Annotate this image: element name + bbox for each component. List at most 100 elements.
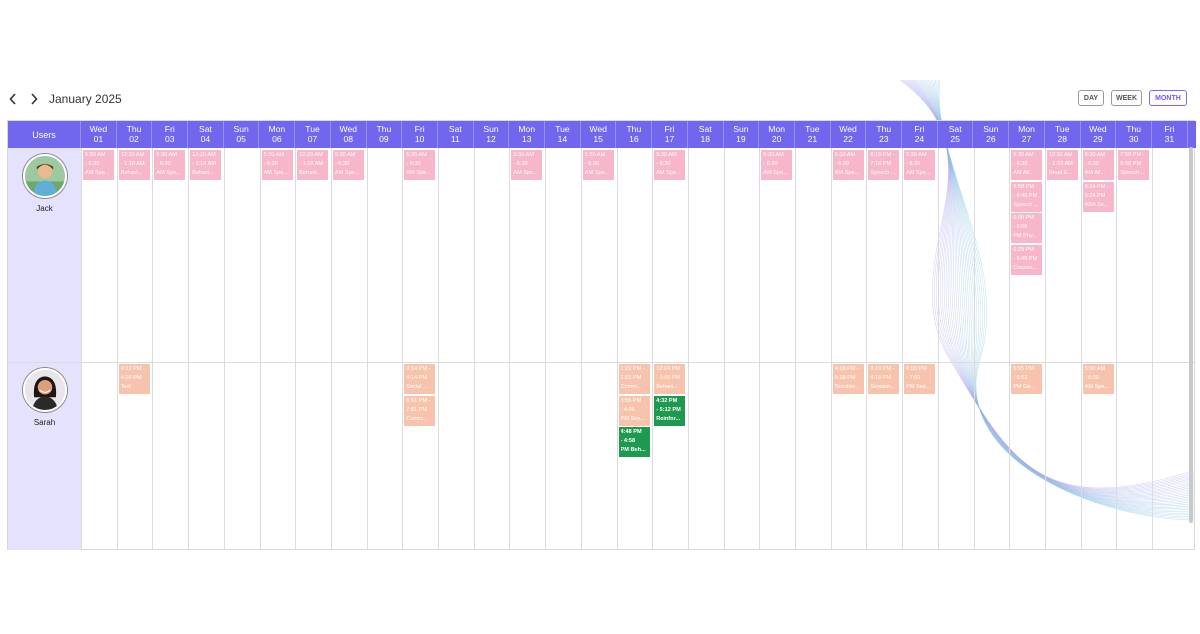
event-text: 4:14 PM <box>406 375 428 381</box>
event-text: 4:48 PM <box>620 429 642 435</box>
day-column-divider <box>188 148 190 550</box>
day-of-week: Tue <box>305 124 320 134</box>
event-card[interactable]: 5:30 AM - 6:30 AM Spe... <box>904 150 936 180</box>
event-text: - 7:00 <box>906 375 921 381</box>
event-text: 4:32 PM <box>656 397 678 404</box>
event-text: 5:30 AM <box>1084 152 1106 158</box>
event-text: 6:18 PM - <box>870 152 895 158</box>
event-card[interactable]: 12:04 PM - 1:00 PM Behavi... <box>654 364 686 394</box>
day-header: Wed 15 <box>581 121 617 148</box>
event-card[interactable]: 5:30 AM - 6:30 AM Spe... <box>832 150 864 180</box>
event-card[interactable]: 5:30 AM - 6:30 AM All... <box>1011 150 1043 180</box>
event-card[interactable]: 8:24 PM - 9:24 PM ABA Se... <box>1082 181 1114 212</box>
event-text: Speech ... <box>870 170 896 176</box>
event-card[interactable]: 6:18 PM - 7:18 PM Speech ... <box>868 150 900 180</box>
event-card[interactable]: 6:00 PM - 6:05 PM Phy... <box>1011 213 1043 243</box>
event-card[interactable]: 3:19 PM - 4:19 PM Session... <box>868 364 900 394</box>
event-card[interactable]: 3:14 PM - 4:14 PM Social ... <box>404 364 436 394</box>
event-card[interactable]: 6:29 PM - 6:45 PM Counse... <box>1011 244 1043 275</box>
event-text: 7:51 PM <box>406 406 428 413</box>
day-header: Thu 02 <box>117 121 153 148</box>
event-card[interactable]: 5:30 AM - 6:30 AM Spe... <box>154 150 186 180</box>
day-of-week: Sun <box>733 124 749 134</box>
event-text: Behavi... <box>192 170 214 176</box>
day-header: Tue 14 <box>545 121 581 148</box>
event-text: 5:30 AM <box>906 152 927 158</box>
next-month-button[interactable] <box>27 91 41 107</box>
event-text: 5:30 AM <box>584 152 606 158</box>
event-card[interactable]: 5:30 AM - 6:30 AM Spe... <box>1082 364 1114 394</box>
day-header: Mon 20 <box>759 121 795 148</box>
event-card[interactable]: 4:32 PM - 5:12 PM Reinfor... <box>654 395 686 426</box>
user-cell: Jack <box>8 148 81 362</box>
day-of-week: Fri <box>664 124 675 134</box>
event-text: AM Spe... <box>656 170 681 176</box>
day-header: Fri 03 <box>152 121 189 148</box>
event-card[interactable]: 12:20 AM - 1:18 AM Behavi... <box>118 150 150 180</box>
event-card[interactable]: 7:58 PM - 8:58 PM Speech ... <box>1118 150 1150 180</box>
day-column-divider <box>259 148 261 550</box>
day-header: Sun 12 <box>474 121 510 148</box>
event-text: 7:58 PM - <box>1120 152 1145 158</box>
event-card[interactable]: 5:30 AM - 6:30 AM Spe... <box>654 150 686 180</box>
view-week-button[interactable]: WEEK <box>1111 90 1142 106</box>
day-number: 12 <box>486 134 496 144</box>
day-header: Mon 27 <box>1009 121 1045 148</box>
event-card[interactable]: 6:00 PM - 7:00 PM Ses... <box>904 364 936 394</box>
day-number: 14 <box>557 134 568 144</box>
event-text: Counse... <box>1013 264 1038 271</box>
event-card[interactable]: 12:32 AM - 1:32 AM Read E... <box>1046 150 1078 180</box>
event-card[interactable]: 5:30 AM - 6:30 AM Spe... <box>83 150 114 180</box>
event-card[interactable]: 12:20 AM - 1:18 AM Behavi... <box>297 150 329 180</box>
day-number: 30 <box>1128 134 1139 144</box>
event-card[interactable]: 6:51 PM - 7:51 PM Comm... <box>404 395 436 426</box>
event-text: 7:18 PM <box>870 161 892 167</box>
day-header: Tue 07 <box>295 121 331 148</box>
event-text: - 1:00 PM <box>656 375 681 381</box>
day-column-divider <box>223 148 225 550</box>
event-text: 4:12 PM - <box>120 366 145 372</box>
event-card[interactable]: 5:30 AM - 6:30 AM Spe... <box>261 150 293 180</box>
event-card[interactable]: 5:30 AM - 6:30 AM Spe... <box>582 150 614 180</box>
event-text: - 6:30 <box>834 161 849 167</box>
event-card[interactable]: 5:30 AM - 6:30 AM Spe... <box>332 150 364 180</box>
day-of-week: Sat <box>698 124 712 134</box>
event-card[interactable]: 12:20 AM - 1:18 AM Behavi... <box>190 150 222 180</box>
event-text: 3:14 PM - <box>406 366 431 372</box>
day-column-divider <box>1152 148 1153 550</box>
event-text: Speech ... <box>1013 201 1039 208</box>
avatar[interactable] <box>22 154 67 198</box>
event-text: 6:00 PM <box>906 366 927 372</box>
avatar[interactable] <box>22 368 67 412</box>
day-of-week: Sun <box>983 124 999 134</box>
event-card[interactable]: 4:48 PM - 4:58 PM Beh... <box>618 427 650 457</box>
event-card[interactable]: 5:58 PM - 6:40 PM Speech ... <box>1011 181 1043 212</box>
vertical-scrollbar[interactable] <box>1189 147 1193 523</box>
day-of-week: Mon <box>518 124 536 134</box>
event-card[interactable]: 5:30 AM - 6:30 AM Spe... <box>761 150 793 180</box>
event-card[interactable]: 5:30 AM - 6:30 AM Spe... <box>511 150 543 180</box>
event-text: - 6:30 <box>763 161 778 167</box>
event-text: Social ... <box>406 384 428 390</box>
day-column-divider <box>152 148 154 550</box>
day-of-week: Sun <box>483 124 499 134</box>
event-card[interactable]: 4:12 PM - 4:20 PM Test <box>118 364 150 394</box>
day-header: Tue 28 <box>1045 121 1081 148</box>
event-card[interactable]: 5:30 AM - 6:30 AM All... <box>1082 150 1114 180</box>
event-card[interactable]: 5:30 AM - 6:30 AM Spe... <box>404 150 436 180</box>
day-of-week: Wed <box>589 124 607 134</box>
day-number: 15 <box>593 134 603 144</box>
day-column-divider <box>81 148 82 550</box>
event-text: AM Spe... <box>334 170 360 176</box>
event-card[interactable]: 1:21 PM - 2:21 PM Comm... <box>618 364 650 394</box>
event-card[interactable]: 3:55 PM - 4:06 PM Ses... <box>618 395 650 426</box>
day-header: Thu 23 <box>866 121 903 148</box>
event-card[interactable]: 5:55 PM - 6:52 PM Ge... <box>1011 364 1043 394</box>
view-day-button[interactable]: DAY <box>1078 90 1104 106</box>
event-card[interactable]: 4:18 PM - 5:18 PM Session... <box>832 364 864 394</box>
event-text: PM Ge... <box>1013 384 1036 390</box>
event-text: Reinfor... <box>656 415 681 422</box>
prev-month-button[interactable] <box>6 91 20 107</box>
event-text: 2:21 PM <box>620 375 642 381</box>
view-month-button[interactable]: MONTH <box>1149 90 1187 106</box>
